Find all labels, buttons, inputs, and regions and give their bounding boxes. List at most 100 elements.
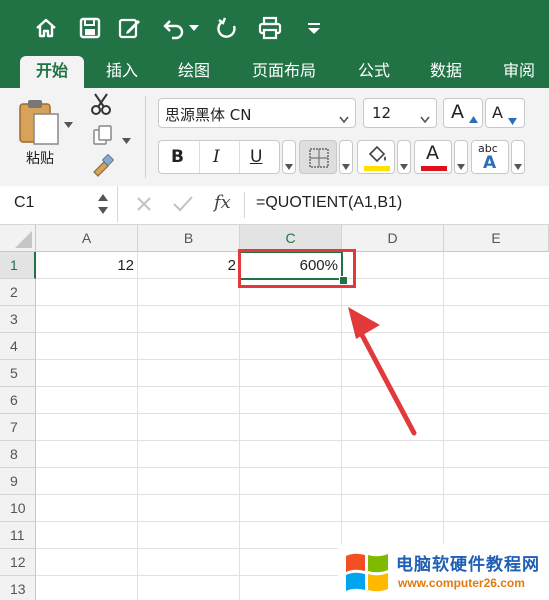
tab-draw[interactable]: 绘图 <box>162 56 226 88</box>
ribbon-separator <box>145 96 146 178</box>
cut-icon[interactable] <box>90 92 112 120</box>
tab-review[interactable]: 审阅 <box>490 56 548 88</box>
font-size-select[interactable]: 12 <box>363 98 437 128</box>
undo-icon[interactable] <box>160 14 188 42</box>
column-header-b[interactable]: B <box>138 225 240 252</box>
triangle-down-icon <box>285 155 293 174</box>
row-header-7[interactable]: 7 <box>0 414 36 441</box>
tab-data[interactable]: 数据 <box>416 56 476 88</box>
triangle-down-icon <box>342 155 350 174</box>
formula-input[interactable]: =QUOTIENT(A1,B1) <box>256 194 402 212</box>
text-effects-dropdown[interactable] <box>511 140 525 174</box>
annotation-arrow <box>348 307 417 436</box>
redo-icon[interactable] <box>214 14 242 42</box>
row-header-5[interactable]: 5 <box>0 360 36 387</box>
font-color-dropdown[interactable] <box>454 140 468 174</box>
stepper-icon[interactable] <box>98 192 108 220</box>
row-header-4[interactable]: 4 <box>0 333 36 360</box>
name-box[interactable]: C1 <box>0 186 118 222</box>
watermark: 电脑软硬件教程网 www.computer26.com <box>338 544 549 600</box>
gridline <box>36 467 549 468</box>
font-name-value: 思源黑体 CN <box>165 106 252 124</box>
tab-insert[interactable]: 插入 <box>90 56 154 88</box>
tab-page-layout[interactable]: 页面布局 <box>238 56 330 88</box>
row-header-6[interactable]: 6 <box>0 387 36 414</box>
row-header-10[interactable]: 10 <box>0 495 36 522</box>
edit-document-icon[interactable] <box>116 14 144 42</box>
borders-dropdown[interactable] <box>339 140 353 174</box>
annotation-box <box>238 249 356 288</box>
borders-button[interactable] <box>299 140 337 174</box>
grow-font-button[interactable]: A <box>443 98 483 128</box>
paste-icon[interactable] <box>16 96 62 146</box>
font-color-swatch <box>421 166 447 171</box>
bold-button[interactable]: B <box>171 147 184 167</box>
customize-toolbar-icon[interactable] <box>300 14 328 42</box>
row-header-1[interactable]: 1 <box>0 252 36 279</box>
column-header-a[interactable]: A <box>36 225 138 252</box>
ribbon-home: 粘贴 思源黑体 CN 12 A A B I U A abc A <box>0 88 549 187</box>
save-icon[interactable] <box>76 14 104 42</box>
row-header-3[interactable]: 3 <box>0 306 36 333</box>
ribbon-tabs: 开始 插入 绘图 页面布局 公式 数据 审阅 <box>0 56 549 88</box>
gridline <box>36 332 549 333</box>
print-icon[interactable] <box>256 14 284 42</box>
grow-font-letter: A <box>451 101 464 123</box>
fill-color-dropdown[interactable] <box>397 140 411 174</box>
tab-home[interactable]: 开始 <box>20 56 84 88</box>
gridline <box>137 252 138 600</box>
row-header-2[interactable]: 2 <box>0 279 36 306</box>
chevron-down-icon <box>420 109 430 128</box>
divider <box>244 192 245 218</box>
text-effects-bottom: A <box>483 153 497 173</box>
paste-label[interactable]: 粘贴 <box>26 148 54 168</box>
underline-button[interactable]: U <box>250 147 262 167</box>
column-header-c[interactable]: C <box>240 225 342 252</box>
underline-dropdown[interactable] <box>282 140 296 174</box>
font-color-button[interactable]: A <box>414 140 452 174</box>
copy-dropdown-icon[interactable] <box>122 130 131 149</box>
fill-color-button[interactable] <box>357 140 395 174</box>
gridline <box>36 494 549 495</box>
gridline <box>36 359 549 360</box>
row-header-9[interactable]: 9 <box>0 468 36 495</box>
shrink-font-button[interactable]: A <box>485 98 525 128</box>
gridline <box>36 386 549 387</box>
font-size-value: 12 <box>372 104 392 122</box>
insert-function-button[interactable]: fx <box>214 192 231 213</box>
triangle-down-icon <box>514 155 522 174</box>
triangle-down-icon <box>508 110 517 129</box>
format-painter-icon[interactable] <box>90 154 114 182</box>
gridline <box>36 305 549 306</box>
cell-a1[interactable]: 12 <box>36 252 138 279</box>
column-header-e[interactable]: E <box>444 225 549 252</box>
fill-color-swatch <box>364 166 390 171</box>
divider <box>239 141 240 173</box>
gridline <box>36 413 549 414</box>
italic-button[interactable]: I <box>213 147 220 167</box>
select-all-corner[interactable] <box>0 225 36 252</box>
text-effects-button[interactable]: abc A <box>471 140 509 174</box>
paste-dropdown-icon[interactable] <box>64 114 73 133</box>
name-box-value: C1 <box>14 194 35 211</box>
font-name-select[interactable]: 思源黑体 CN <box>158 98 356 128</box>
row-header-12[interactable]: 12 <box>0 549 36 576</box>
cancel-icon[interactable] <box>134 194 154 218</box>
windows-logo-icon <box>346 553 388 592</box>
font-color-letter: A <box>426 142 439 164</box>
row-header-8[interactable]: 8 <box>0 441 36 468</box>
home-icon[interactable] <box>32 14 60 42</box>
title-bar <box>0 0 549 56</box>
tab-formulas[interactable]: 公式 <box>344 56 404 88</box>
shrink-font-letter: A <box>492 103 503 122</box>
row-header-13[interactable]: 13 <box>0 576 36 600</box>
column-header-d[interactable]: D <box>342 225 444 252</box>
cell-b1[interactable]: 2 <box>138 252 240 279</box>
triangle-down-icon <box>400 155 408 174</box>
row-header-11[interactable]: 11 <box>0 522 36 549</box>
copy-icon[interactable] <box>92 124 114 150</box>
undo-dropdown-icon[interactable] <box>186 14 202 42</box>
text-style-group: B I U <box>158 140 280 174</box>
chevron-down-icon <box>339 109 349 128</box>
check-icon[interactable] <box>172 194 194 218</box>
